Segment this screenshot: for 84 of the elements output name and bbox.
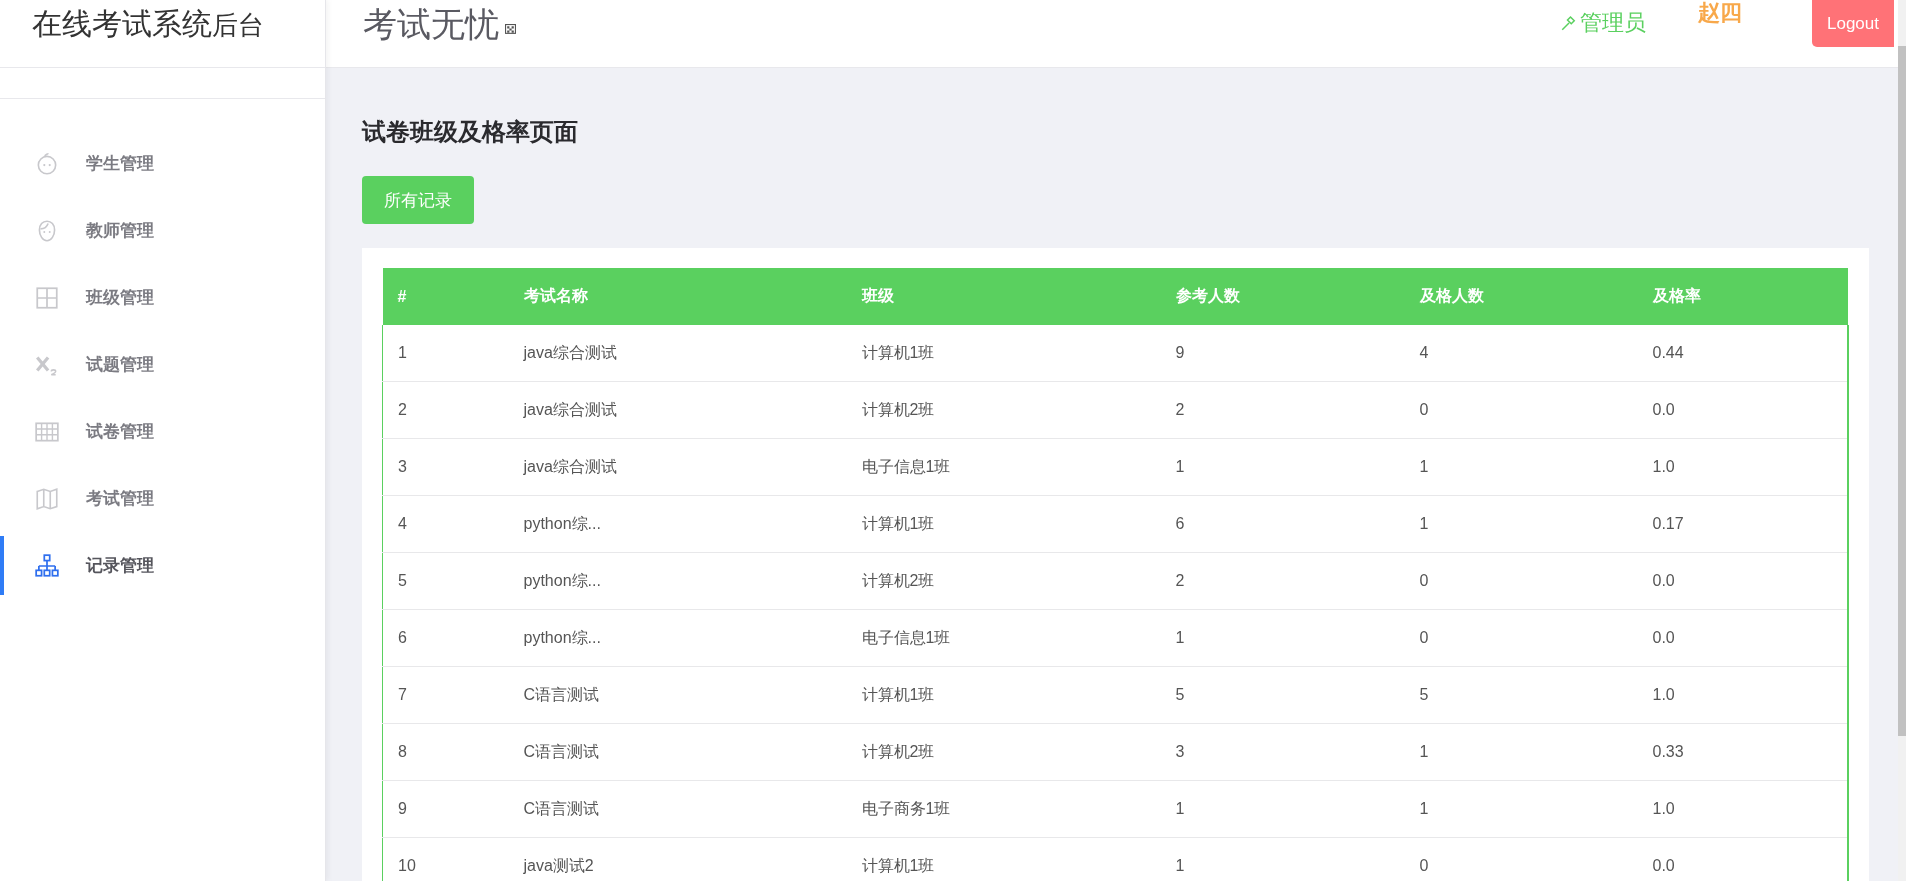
table-cell: C语言测试 xyxy=(508,666,847,724)
table-cell: python综... xyxy=(508,609,847,667)
table-cell: 计算机2班 xyxy=(846,552,1161,610)
grid-icon xyxy=(34,284,60,311)
column-header: 参考人数 xyxy=(1160,268,1405,325)
flag-icon xyxy=(505,24,516,35)
user-name: 赵四 xyxy=(1698,0,1742,27)
table-cell: 6 xyxy=(382,609,509,667)
table-cell: 1.0 xyxy=(1637,438,1848,496)
table-cell: 5 xyxy=(1160,666,1405,724)
hammer-icon xyxy=(1560,14,1578,32)
table-cell: 1 xyxy=(382,325,509,382)
header-title: 考试无忧 xyxy=(363,4,499,45)
table-cell: 0 xyxy=(1404,381,1638,439)
table-cell: 1 xyxy=(1160,609,1405,667)
page-title: 试卷班级及格率页面 xyxy=(362,117,578,147)
table-cell: 10 xyxy=(382,837,509,881)
app-title: 在线考试系统后台 xyxy=(32,6,264,42)
table-cell: 2 xyxy=(1160,552,1405,610)
table-cell: 5 xyxy=(382,552,509,610)
hierarchy-icon xyxy=(34,552,60,579)
table-cell: 0.0 xyxy=(1637,837,1848,881)
table-cell: python综... xyxy=(508,552,847,610)
column-header: 及格人数 xyxy=(1404,268,1638,325)
table-cell: 计算机1班 xyxy=(846,495,1161,553)
table-cell: 电子信息1班 xyxy=(846,438,1161,496)
table-cell: 0 xyxy=(1404,552,1638,610)
table-cell: 1 xyxy=(1160,837,1405,881)
table-cell: 计算机1班 xyxy=(846,666,1161,724)
table-cell: 2 xyxy=(1160,381,1405,439)
table-cell: 1 xyxy=(1404,723,1638,781)
table-cell: 4 xyxy=(1404,325,1638,382)
logout-button[interactable]: Logout xyxy=(1812,0,1894,47)
table-cell: 1 xyxy=(1160,438,1405,496)
table-cell: python综... xyxy=(508,495,847,553)
table-cell: 0.33 xyxy=(1637,723,1848,781)
table-cell: 1.0 xyxy=(1637,780,1848,838)
column-header: 班级 xyxy=(846,268,1161,325)
column-header: 及格率 xyxy=(1637,268,1848,325)
table-cell: 0.44 xyxy=(1637,325,1848,382)
table-cell: 电子信息1班 xyxy=(846,609,1161,667)
sidebar-item[interactable]: 试题管理 xyxy=(0,331,325,398)
table-cell: 计算机1班 xyxy=(846,325,1161,382)
table-cell: java测试2 xyxy=(508,837,847,881)
table-cell: 1 xyxy=(1160,780,1405,838)
table-cell: 0 xyxy=(1404,609,1638,667)
column-header: 考试名称 xyxy=(508,268,847,325)
sidebar-item[interactable]: 学生管理 xyxy=(0,130,325,197)
table-cell: C语言测试 xyxy=(508,780,847,838)
table-cell: 0 xyxy=(1404,837,1638,881)
table-cell: 5 xyxy=(1404,666,1638,724)
sidebar-item[interactable]: 考试管理 xyxy=(0,465,325,532)
table-cell: 计算机2班 xyxy=(846,723,1161,781)
table-cell: 8 xyxy=(382,723,509,781)
table-cell: 0.17 xyxy=(1637,495,1848,553)
sidebar-item[interactable]: 班级管理 xyxy=(0,264,325,331)
table-cell: 9 xyxy=(1160,325,1405,382)
table-cell: 0.0 xyxy=(1637,609,1848,667)
table-cell: java综合测试 xyxy=(508,325,847,382)
table-cell: 1 xyxy=(1404,438,1638,496)
map-icon xyxy=(34,485,60,512)
table-cell: java综合测试 xyxy=(508,438,847,496)
sidebar-item[interactable]: 记录管理 xyxy=(0,532,325,599)
table-cell: 2 xyxy=(382,381,509,439)
table-cell: 9 xyxy=(382,780,509,838)
table-cell: 电子商务1班 xyxy=(846,780,1161,838)
column-header: # xyxy=(382,268,509,325)
table-cell: 0.0 xyxy=(1637,552,1848,610)
table-cell: C语言测试 xyxy=(508,723,847,781)
table-cell: java综合测试 xyxy=(508,381,847,439)
role-text: 管理员 xyxy=(1580,9,1646,37)
table-cell: 0.0 xyxy=(1637,381,1848,439)
sidebar-item[interactable]: 试卷管理 xyxy=(0,398,325,465)
table-cell: 6 xyxy=(1160,495,1405,553)
table-cell: 1 xyxy=(1404,780,1638,838)
table-cell: 4 xyxy=(382,495,509,553)
table-cell: 3 xyxy=(382,438,509,496)
table-cell: 1.0 xyxy=(1637,666,1848,724)
table-cell: 3 xyxy=(1160,723,1405,781)
table-cell: 7 xyxy=(382,666,509,724)
table-cell: 计算机2班 xyxy=(846,381,1161,439)
table-cell: 计算机1班 xyxy=(846,837,1161,881)
sidebar-item[interactable]: 教师管理 xyxy=(0,197,325,264)
table-cell: 1 xyxy=(1404,495,1638,553)
